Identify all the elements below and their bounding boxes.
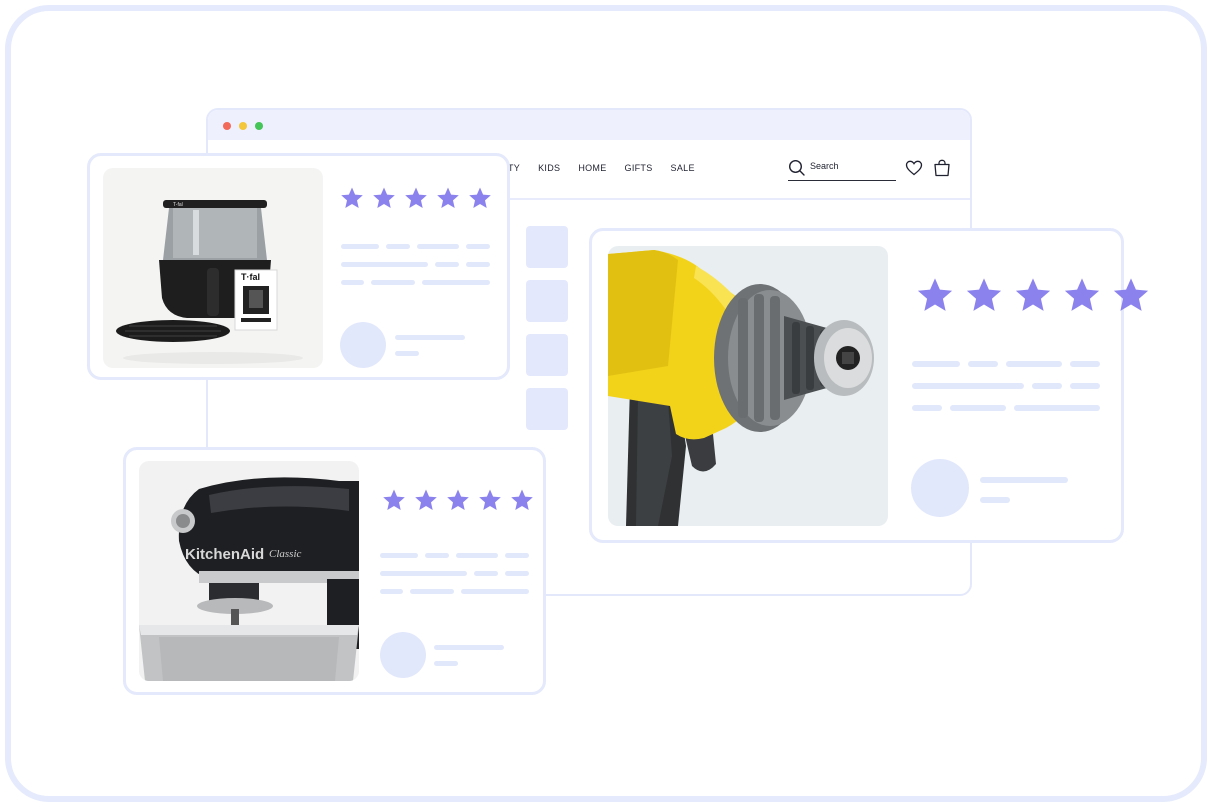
- mixer-model-logo: Classic: [269, 548, 302, 560]
- mixer-brand-logo: KitchenAid: [185, 546, 264, 563]
- star-rating: [916, 276, 1150, 314]
- review-text-placeholder: [341, 280, 364, 285]
- review-text-placeholder: [417, 244, 459, 249]
- review-text-placeholder: [912, 405, 942, 411]
- browser-titlebar: [208, 110, 970, 140]
- star-icon: [1113, 278, 1149, 311]
- review-text-placeholder: [422, 280, 490, 285]
- review-text-placeholder: [466, 244, 490, 249]
- air-fryer-photo: T-fal T·fal: [103, 168, 323, 368]
- review-text-placeholder: [456, 553, 498, 558]
- nav-link-sale[interactable]: SALE: [671, 163, 695, 173]
- review-text-placeholder: [505, 553, 529, 558]
- shopping-bag-icon[interactable]: [933, 159, 951, 177]
- reviewer-name-placeholder: [395, 335, 465, 340]
- review-card-drill: [589, 228, 1149, 543]
- star-icon: [373, 187, 395, 208]
- search-input[interactable]: [810, 161, 890, 171]
- review-text-placeholder: [341, 244, 379, 249]
- star-icon: [383, 489, 405, 510]
- star-icon: [437, 187, 459, 208]
- review-text-placeholder: [1014, 405, 1100, 411]
- nav-links: TY KIDS HOME GIFTS SALE: [508, 163, 713, 173]
- reviewer-name-placeholder: [434, 661, 458, 666]
- star-icon: [415, 489, 437, 510]
- review-card-stand-mixer: KitchenAid Classic: [123, 447, 546, 695]
- star-icon: [341, 187, 363, 208]
- review-text-placeholder: [950, 405, 1006, 411]
- nav-link-home[interactable]: HOME: [578, 163, 606, 173]
- review-text-placeholder: [466, 262, 490, 267]
- review-text-placeholder: [912, 361, 960, 367]
- review-text-placeholder: [1070, 361, 1100, 367]
- reviewer-name-placeholder: [980, 477, 1068, 483]
- review-text-placeholder: [380, 553, 418, 558]
- gallery-thumbnail[interactable]: [526, 226, 568, 268]
- review-text-placeholder: [505, 571, 529, 576]
- review-text-placeholder: [410, 589, 454, 594]
- reviewer-name-placeholder: [395, 351, 419, 356]
- reviewer-avatar: [340, 322, 386, 368]
- gallery-thumbnail[interactable]: [526, 388, 568, 430]
- star-icon: [1064, 278, 1100, 311]
- review-text-placeholder: [386, 244, 410, 249]
- star-icon: [469, 187, 491, 208]
- search-box[interactable]: [788, 158, 896, 181]
- star-icon: [405, 187, 427, 208]
- review-text-placeholder: [371, 280, 415, 285]
- review-text-placeholder: [1070, 383, 1100, 389]
- maximize-dot[interactable]: [255, 122, 263, 130]
- review-text-placeholder: [435, 262, 459, 267]
- star-icon: [917, 278, 953, 311]
- review-text-placeholder: [1006, 361, 1062, 367]
- air-fryer-box-logo: T·fal: [241, 272, 260, 282]
- review-card-air-fryer: T-fal T·fal: [87, 153, 510, 380]
- review-text-placeholder: [1032, 383, 1062, 389]
- star-icon: [447, 489, 469, 510]
- review-text-placeholder: [912, 383, 1024, 389]
- review-text-placeholder: [341, 262, 428, 267]
- review-text-placeholder: [425, 553, 449, 558]
- star-rating: [340, 186, 492, 210]
- gallery-thumbnail[interactable]: [526, 280, 568, 322]
- review-text-placeholder: [474, 571, 498, 576]
- stand-mixer-photo: KitchenAid Classic: [139, 461, 359, 681]
- nav-link-gifts[interactable]: GIFTS: [625, 163, 653, 173]
- star-rating: [382, 488, 534, 512]
- reviewer-name-placeholder: [434, 645, 504, 650]
- reviewer-avatar: [911, 459, 969, 517]
- search-icon[interactable]: [788, 159, 806, 177]
- star-icon: [511, 489, 533, 510]
- drill-photo: [608, 246, 888, 526]
- review-text-placeholder: [968, 361, 998, 367]
- review-text-placeholder: [461, 589, 529, 594]
- review-text-placeholder: [380, 589, 403, 594]
- reviewer-avatar: [380, 632, 426, 678]
- close-dot[interactable]: [223, 122, 231, 130]
- heart-icon[interactable]: [905, 160, 923, 176]
- gallery-thumbnail[interactable]: [526, 334, 568, 376]
- star-icon: [966, 278, 1002, 311]
- reviewer-name-placeholder: [980, 497, 1010, 503]
- star-icon: [479, 489, 501, 510]
- minimize-dot[interactable]: [239, 122, 247, 130]
- air-fryer-logo: T-fal: [173, 202, 183, 208]
- nav-link-kids[interactable]: KIDS: [538, 163, 560, 173]
- star-icon: [1015, 278, 1051, 311]
- review-text-placeholder: [380, 571, 467, 576]
